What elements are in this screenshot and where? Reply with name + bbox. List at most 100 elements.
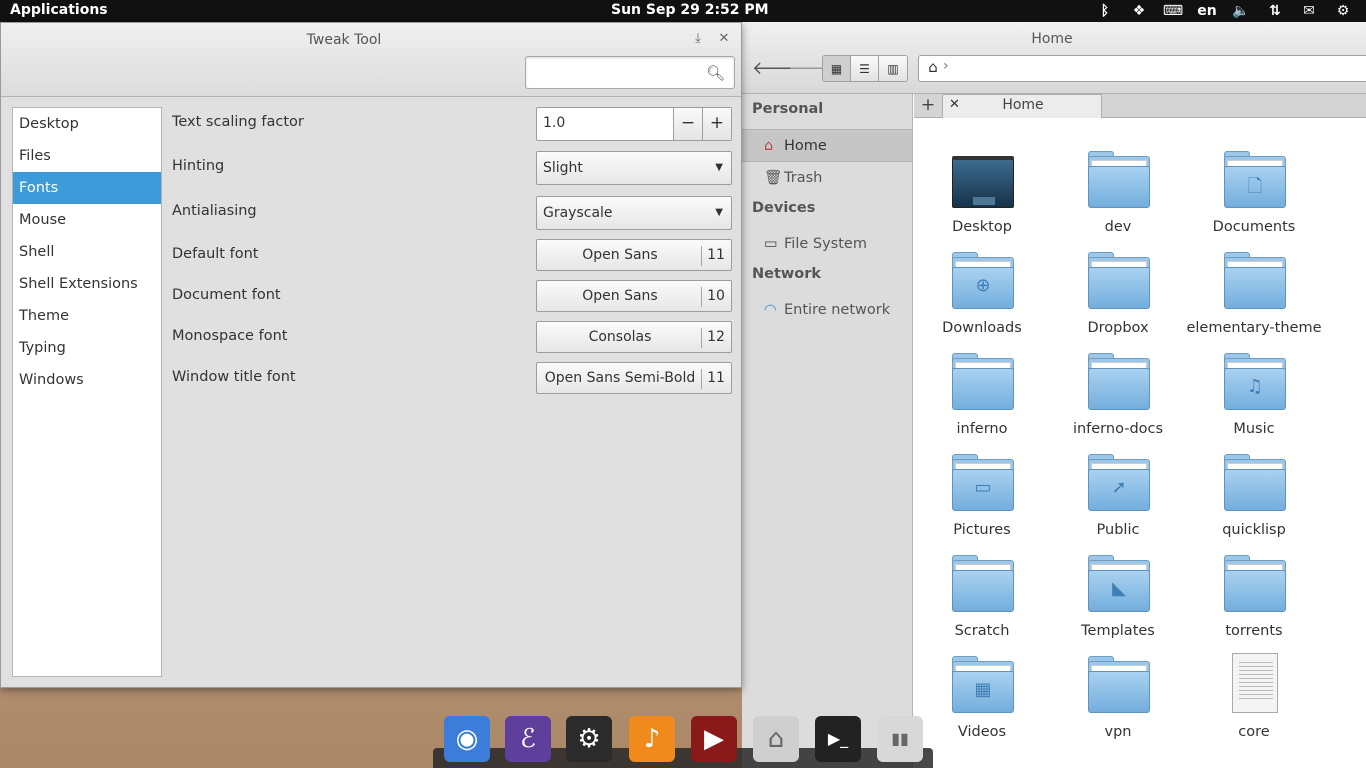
default-font-button[interactable]: Open Sans 11 (536, 239, 732, 271)
dock-app-chromium-icon[interactable]: ◉ (444, 716, 490, 762)
file-item[interactable]: ♫ Music (1186, 348, 1322, 449)
sidebar-item-theme[interactable]: Theme (13, 300, 161, 332)
file-item[interactable]: ⊕ Downloads (914, 247, 1050, 348)
places-item-label: Home (784, 138, 827, 154)
personal-header: Personal (752, 101, 824, 117)
file-item[interactable]: vpn (1050, 651, 1186, 752)
places-item-entire-network[interactable]: ◠ Entire network (742, 294, 912, 327)
file-item[interactable]: ▭ Pictures (914, 449, 1050, 550)
dock-app-switchboard-icon[interactable]: ▮▮ (877, 716, 923, 762)
increment-button[interactable]: + (702, 108, 731, 140)
file-item[interactable]: ▦ Videos (914, 651, 1050, 752)
dock-app-steam-icon[interactable]: ⚙ (566, 716, 612, 762)
font-name: Open Sans (582, 288, 658, 304)
file-item[interactable]: Dropbox (1050, 247, 1186, 348)
file-name: core (1238, 724, 1270, 740)
hinting-dropdown[interactable]: Slight ▼ (536, 151, 732, 185)
tweak-tool-window: Tweak Tool ⤓ ✕ 🔍︎ Desktop Files Fonts Mo… (0, 22, 742, 688)
home-icon[interactable]: ⌂ (921, 58, 945, 79)
clock[interactable]: Sun Sep 29 2:52 PM (611, 2, 769, 18)
location-bar[interactable]: ⌂ › (918, 55, 1366, 82)
places-item-trash[interactable]: 🗑 Trash (742, 162, 912, 195)
sidebar-item-desktop[interactable]: Desktop (13, 108, 161, 140)
sidebar-item-files[interactable]: Files (13, 140, 161, 172)
folder-icon (1088, 656, 1150, 713)
column-view-button[interactable]: ▥ (879, 56, 907, 81)
file-item[interactable]: inferno (914, 348, 1050, 449)
file-name: Videos (957, 724, 1007, 740)
monospace-font-button[interactable]: Consolas 12 (536, 321, 732, 353)
network-header: Network (752, 266, 822, 282)
file-item[interactable]: 🗋 Documents (1186, 146, 1322, 247)
language-indicator[interactable]: en (1190, 3, 1224, 19)
search-icon: 🔍︎ (705, 64, 725, 82)
divider (701, 328, 702, 348)
keyboard-icon[interactable]: ⌨ (1156, 3, 1190, 19)
window-title-font-button[interactable]: Open Sans Semi-Bold 11 (536, 362, 732, 394)
new-tab-button[interactable]: + (918, 95, 938, 115)
font-name: Consolas (588, 329, 652, 345)
tab-home[interactable]: ✕ Home (942, 94, 1102, 118)
network-icon[interactable]: ⇅ (1258, 3, 1292, 19)
search-input[interactable]: 🔍︎ (525, 56, 735, 89)
sidebar-item-windows[interactable]: Windows (13, 364, 161, 396)
applications-menu[interactable]: Applications (10, 2, 108, 18)
places-item-file-system[interactable]: ▭ File System (742, 228, 912, 261)
file-item[interactable]: Scratch (914, 550, 1050, 651)
document-font-button[interactable]: Open Sans 10 (536, 280, 732, 312)
close-icon[interactable]: ✕ (715, 31, 733, 49)
file-item[interactable]: inferno-docs (1050, 348, 1186, 449)
category-sidebar: Desktop Files Fonts Mouse Shell Shell Ex… (12, 107, 162, 677)
hinting-value: Slight (543, 160, 583, 176)
divider (701, 287, 702, 307)
places-item-home[interactable]: ⌂ Home (742, 129, 912, 162)
sidebar-item-typing[interactable]: Typing (13, 332, 161, 364)
file-item[interactable]: dev (1050, 146, 1186, 247)
file-name: Pictures (953, 522, 1011, 538)
file-item[interactable]: Desktop (914, 146, 1050, 247)
settings-icon[interactable]: ⚙ (1326, 3, 1360, 19)
dock-app-music-icon[interactable]: ♪ (629, 716, 675, 762)
bluetooth-icon[interactable]: ᛒ (1088, 3, 1122, 19)
antialiasing-dropdown[interactable]: Grayscale ▼ (536, 196, 732, 230)
divider (701, 369, 702, 389)
sidebar-item-mouse[interactable]: Mouse (13, 204, 161, 236)
dock-app-terminal-icon[interactable]: ▶_ (815, 716, 861, 762)
drive-icon: ▭ (764, 236, 778, 252)
font-name: Open Sans Semi-Bold (544, 370, 696, 386)
antialiasing-value: Grayscale (543, 205, 613, 221)
dock-app-files-icon[interactable]: ⌂ (753, 716, 799, 762)
file-item[interactable]: elementary-theme (1186, 247, 1322, 348)
sidebar-item-shell-extensions[interactable]: Shell Extensions (13, 268, 161, 300)
dock-app-video-icon[interactable]: ▶ (691, 716, 737, 762)
mail-icon[interactable]: ✉ (1292, 3, 1326, 19)
file-name: elementary-theme (1186, 320, 1322, 336)
list-view-button[interactable]: ☰ (851, 56, 879, 81)
dropbox-icon[interactable]: ❖ (1122, 3, 1156, 19)
decrement-button[interactable]: − (673, 108, 702, 140)
sidebar-item-shell[interactable]: Shell (13, 236, 161, 268)
setting-monospace-font: Monospace font Consolas 12 (172, 321, 732, 355)
file-item[interactable]: quicklisp (1186, 449, 1322, 550)
icon-view-button[interactable]: ▦ (823, 56, 851, 81)
file-item[interactable]: ◣ Templates (1050, 550, 1186, 651)
minimize-icon[interactable]: ⤓ (689, 31, 707, 49)
file-grid: Desktop dev 🗋 Documents ⊕ Downloads Dropbox ele… (914, 122, 1366, 768)
file-name: Dropbox (1087, 320, 1149, 336)
file-manager-titlebar: Home 🡐 🡒 ▦ ☰ ▥ ⌂ › (742, 22, 1366, 94)
dock-app-emacs-icon[interactable]: ℰ (505, 716, 551, 762)
text-scaling-value[interactable]: 1.0 (537, 108, 673, 140)
file-item[interactable]: core (1186, 651, 1322, 752)
file-item[interactable]: torrents (1186, 550, 1322, 651)
desktop-icon (952, 156, 1014, 208)
setting-label: Hinting (172, 158, 225, 174)
setting-label: Window title font (172, 369, 296, 385)
view-mode-switcher: ▦ ☰ ▥ (822, 55, 908, 82)
tweak-tool-titlebar: Tweak Tool ⤓ ✕ 🔍︎ (1, 23, 741, 97)
sidebar-item-fonts[interactable]: Fonts (13, 172, 161, 204)
file-item[interactable]: ➚ Public (1050, 449, 1186, 550)
setting-antialiasing: Antialiasing Grayscale ▼ (172, 196, 732, 230)
volume-icon[interactable]: 🔈 (1224, 3, 1258, 19)
window-title: Tweak Tool (306, 32, 382, 48)
document-icon (1224, 653, 1286, 713)
